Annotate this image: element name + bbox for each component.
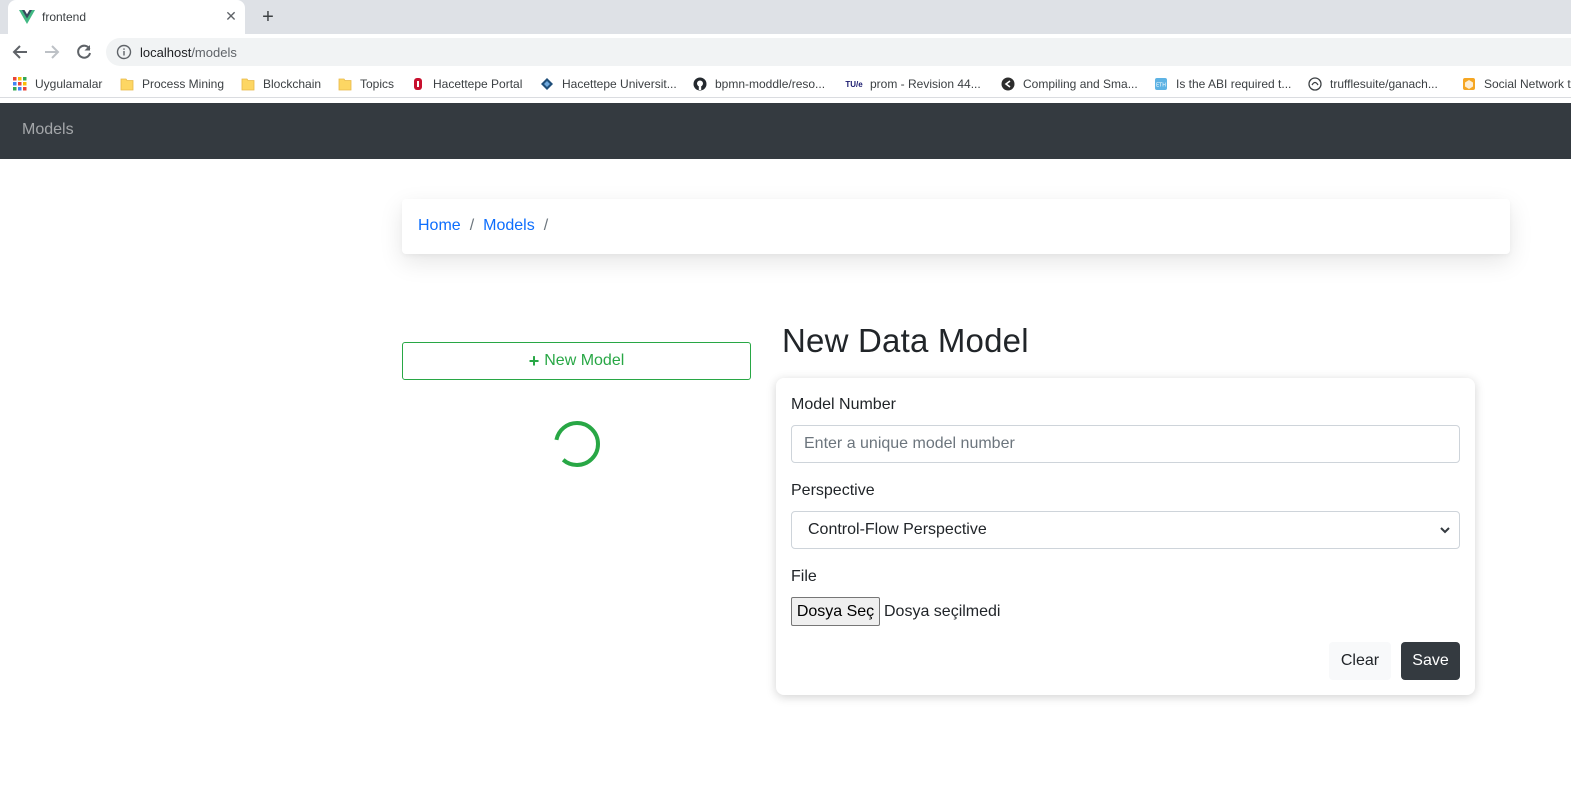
bookmark-social-network[interactable]: Social Network t: [1461, 76, 1571, 92]
breadcrumb-separator: /: [543, 217, 549, 234]
bookmark-label: Hacettepe Portal: [433, 77, 523, 91]
bookmark-label: Topics: [360, 77, 395, 91]
url-text: localhost/models: [140, 45, 237, 60]
form-title: New Data Model: [782, 322, 1029, 359]
perspective-label: Perspective: [791, 482, 875, 499]
perspective-selected-value: Control-Flow Perspective: [808, 521, 987, 538]
info-icon[interactable]: [116, 44, 132, 60]
hacettepe-univ-icon: [539, 76, 555, 92]
bookmark-label: bpmn-moddle/reso...: [715, 77, 826, 91]
new-tab-button[interactable]: +: [257, 6, 279, 28]
bookmark-topics[interactable]: Topics: [337, 76, 394, 92]
github-icon: [692, 76, 708, 92]
browser-tabstrip: frontend ✕ +: [0, 0, 1571, 34]
vue-logo-icon: [19, 10, 35, 24]
bookmark-compiling[interactable]: Compiling and Sma...: [1000, 76, 1138, 92]
new-model-button[interactable]: + New Model: [402, 342, 751, 380]
breadcrumb-card: Home / Models /: [402, 199, 1510, 254]
file-label: File: [791, 568, 817, 585]
bookmark-label: Compiling and Sma...: [1023, 77, 1138, 91]
bookmark-label: Is the ABI required t...: [1176, 77, 1292, 91]
bookmark-trufflesuite[interactable]: trufflesuite/ganach...: [1307, 76, 1438, 92]
bookmark-abi-required[interactable]: ETH Is the ABI required t...: [1153, 76, 1291, 92]
folder-icon: [337, 76, 353, 92]
bookmark-label: Social Network t: [1484, 77, 1571, 91]
bookmark-label: trufflesuite/ganach...: [1330, 77, 1438, 91]
arrow-right-icon: [45, 45, 60, 59]
tab-title: frontend: [42, 10, 87, 24]
breadcrumb-home-link[interactable]: Home: [418, 217, 461, 235]
social-network-icon: [1461, 76, 1477, 92]
bookmark-blockchain[interactable]: Blockchain: [240, 76, 321, 92]
choose-file-button[interactable]: Dosya Seç: [791, 597, 880, 626]
chevron-down-icon: [1440, 527, 1450, 534]
bookmark-bpmn-moddle[interactable]: bpmn-moddle/reso...: [692, 76, 825, 92]
reload-button[interactable]: [72, 40, 96, 64]
folder-icon: [119, 76, 135, 92]
apps-grid-icon: [12, 76, 28, 92]
model-number-input[interactable]: [791, 425, 1460, 463]
url-path: /models: [191, 45, 237, 60]
bookmark-label: Blockchain: [263, 77, 322, 91]
truffle-icon: [1307, 76, 1323, 92]
save-button[interactable]: Save: [1401, 642, 1460, 680]
bookmark-hacettepe-universit[interactable]: Hacettepe Universit...: [539, 76, 677, 92]
bookmark-label: Hacettepe Universit...: [562, 77, 677, 91]
browser-toolbar: localhost/models: [0, 34, 1571, 70]
perspective-select[interactable]: Control-Flow Perspective: [791, 511, 1460, 549]
bookmarks-bar: Uygulamalar Process Mining Blockchain To…: [0, 70, 1571, 98]
breadcrumb-separator: /: [469, 217, 475, 234]
hacettepe-icon: [410, 76, 426, 92]
bookmark-hacettepe-portal[interactable]: Hacettepe Portal: [410, 76, 522, 92]
bookmark-label: Uygulamalar: [35, 77, 103, 91]
svg-text:ETH: ETH: [1156, 83, 1166, 89]
breadcrumb-models-link[interactable]: Models: [483, 217, 535, 235]
close-tab-icon[interactable]: ✕: [222, 7, 240, 25]
breadcrumb: Home / Models /: [418, 217, 557, 235]
bookmark-label: prom - Revision 44...: [870, 77, 981, 91]
bookmark-process-mining[interactable]: Process Mining: [119, 76, 224, 92]
forward-button[interactable]: [40, 40, 64, 64]
app-navbar: Models: [0, 103, 1571, 159]
back-button[interactable]: [8, 40, 32, 64]
clear-button[interactable]: Clear: [1329, 642, 1391, 680]
bookmark-uygulamalar[interactable]: Uygulamalar: [12, 76, 102, 92]
folder-icon: [240, 76, 256, 92]
new-model-form: Model Number Perspective Control-Flow Pe…: [776, 378, 1475, 695]
new-model-label: New Model: [544, 352, 625, 369]
url-host: localhost: [140, 45, 192, 60]
arrow-left-icon: [12, 45, 27, 59]
browser-tab[interactable]: frontend ✕: [8, 0, 245, 34]
model-number-label: Model Number: [791, 396, 896, 413]
address-bar[interactable]: localhost/models: [106, 38, 1571, 66]
tue-icon: TU/e: [845, 79, 863, 89]
reload-icon: [77, 44, 91, 59]
file-status-text: Dosya seçilmedi: [884, 603, 1001, 620]
compiling-icon: [1000, 76, 1016, 92]
navbar-brand[interactable]: Models: [22, 121, 74, 139]
eth-icon: ETH: [1153, 76, 1169, 92]
plus-icon: +: [528, 351, 540, 371]
bookmark-prom-revision[interactable]: TU/e prom - Revision 44...: [845, 76, 981, 92]
loading-spinner-icon: [554, 421, 600, 467]
bookmark-label: Process Mining: [142, 77, 225, 91]
